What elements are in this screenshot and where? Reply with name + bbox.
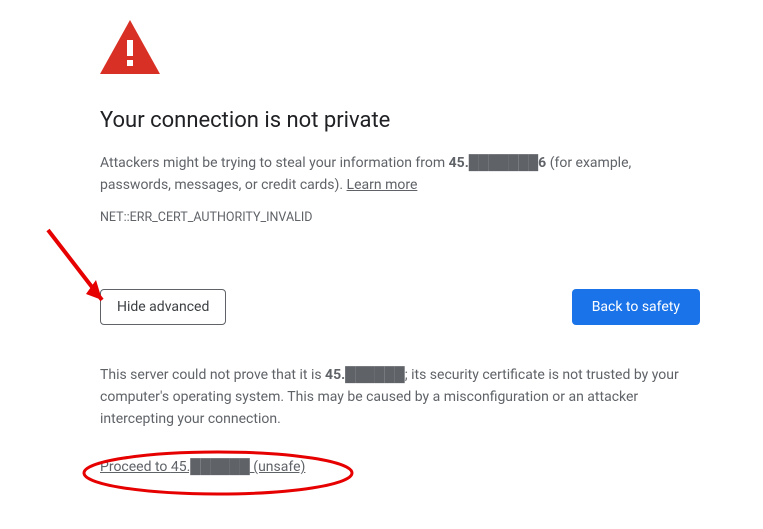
adv-prefix: This server could not prove that it is xyxy=(100,367,325,383)
page-title: Your connection is not private xyxy=(100,108,700,133)
proceed-prefix: Proceed to xyxy=(100,459,171,475)
hide-advanced-button[interactable]: Hide advanced xyxy=(100,289,226,325)
adv-host: 45.██████ xyxy=(325,367,405,383)
desc-host: 45.███████6 xyxy=(449,155,547,171)
ssl-error-page: Your connection is not private Attackers… xyxy=(100,20,700,475)
proceed-suffix: (unsafe) xyxy=(250,459,306,475)
desc-prefix: Attackers might be trying to steal your … xyxy=(100,155,449,171)
back-to-safety-button[interactable]: Back to safety xyxy=(572,289,700,325)
button-row: Hide advanced Back to safety xyxy=(100,289,700,325)
advanced-description: This server could not prove that it is 4… xyxy=(100,365,700,430)
proceed-unsafe-link[interactable]: Proceed to 45.██████ (unsafe) xyxy=(100,458,305,475)
proceed-host: 45.██████ xyxy=(171,459,250,475)
warning-triangle-icon xyxy=(100,20,160,80)
learn-more-link[interactable]: Learn more xyxy=(347,177,418,193)
error-code: NET::ERR_CERT_AUTHORITY_INVALID xyxy=(100,210,700,225)
warning-description: Attackers might be trying to steal your … xyxy=(100,153,700,196)
